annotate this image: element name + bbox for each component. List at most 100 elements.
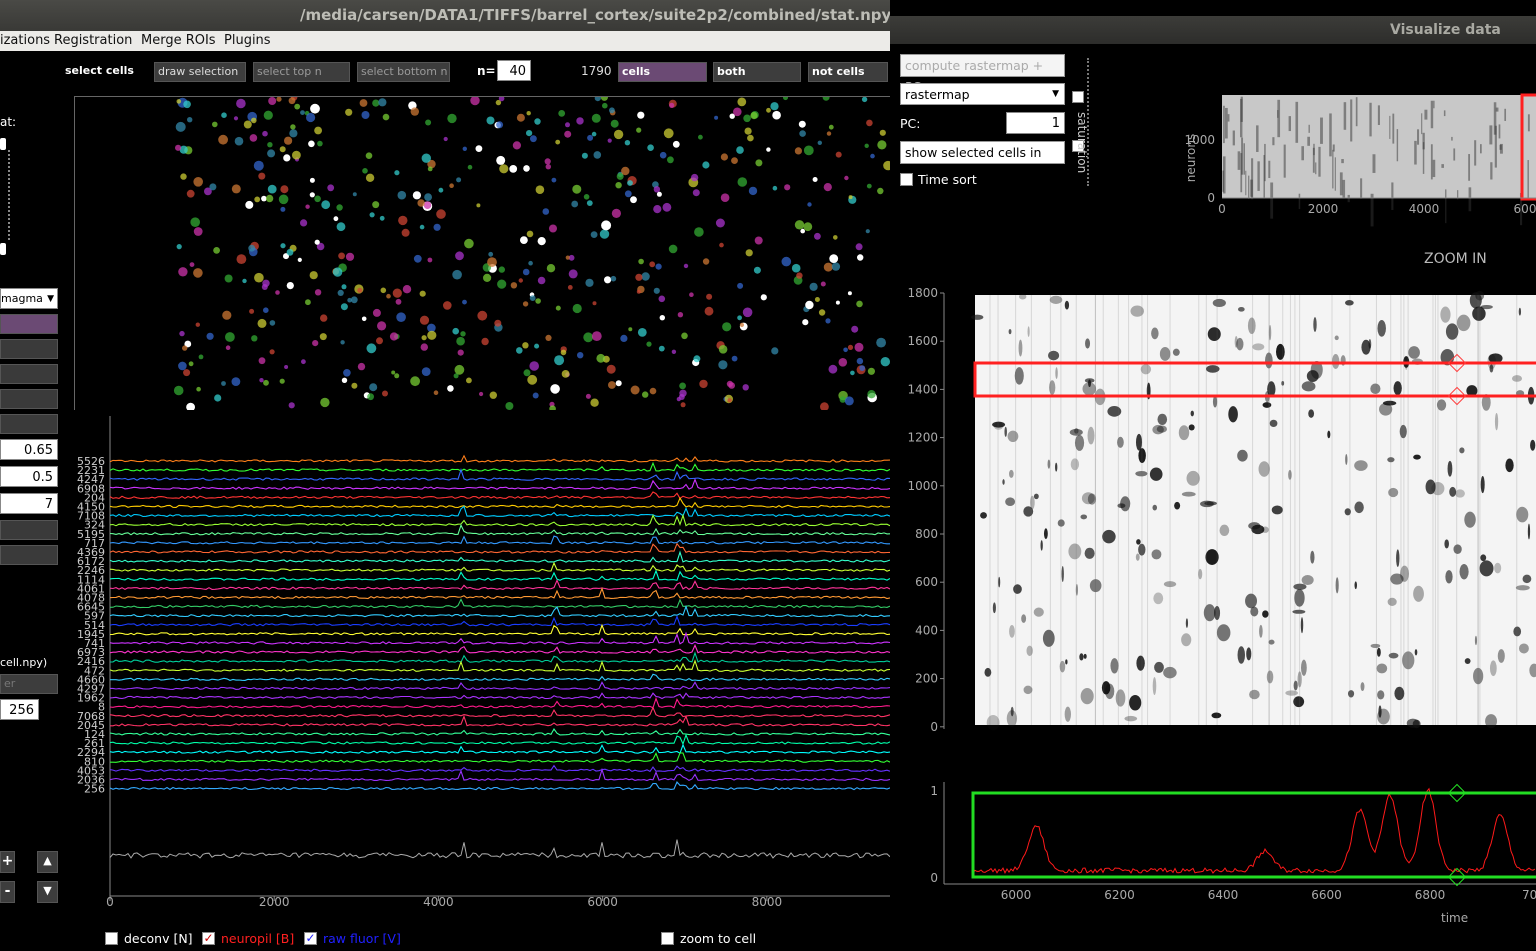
roi-mask — [843, 347, 848, 353]
cell-trace — [109, 491, 890, 500]
roi-mask — [526, 230, 534, 238]
zoom-y-tick-label: 800 — [915, 527, 938, 541]
raster-blob — [1301, 574, 1314, 586]
slider-handle-top[interactable] — [0, 138, 6, 150]
raster-stripe — [1301, 146, 1304, 161]
not-cells-view-button[interactable]: not cells — [808, 62, 888, 82]
zoom-to-cell-checkbox[interactable] — [661, 932, 674, 945]
roi-mask — [286, 282, 294, 290]
raw-fluor-checkbox[interactable]: ✓ — [304, 932, 317, 945]
slider-handle-bottom[interactable] — [0, 243, 6, 255]
roi-mask — [367, 393, 374, 401]
raster-stripe — [1375, 295, 1377, 725]
roi-mask — [844, 396, 854, 406]
raster-blob — [1212, 298, 1226, 308]
roi-mask — [587, 134, 594, 141]
roi-mask — [395, 298, 402, 305]
left-button-3[interactable] — [0, 364, 58, 384]
roi-mask — [489, 391, 497, 399]
raster-blob — [1033, 607, 1044, 617]
raster-blob — [1151, 549, 1162, 560]
raster-stripe — [1468, 154, 1471, 181]
menu-visualizations[interactable]: izations — [0, 33, 50, 48]
left-button-2[interactable] — [0, 339, 58, 359]
roi-mask — [742, 307, 753, 318]
both-view-button[interactable]: both — [713, 62, 801, 82]
raster-blob — [1262, 610, 1269, 618]
roi-mask-view[interactable] — [74, 96, 890, 410]
raster-blob — [1019, 293, 1027, 300]
raster-blob — [1115, 689, 1126, 707]
roi-mask — [509, 165, 518, 173]
main-window-title: /media/carsen/DATA1/TIFFS/barrel_cortex/… — [300, 6, 890, 24]
raster-blob — [1065, 659, 1068, 665]
colormap-select[interactable]: magma ▼ — [0, 288, 58, 309]
roi-mask — [649, 261, 656, 268]
raster-stripe — [1527, 160, 1529, 198]
roi-mask — [659, 315, 665, 321]
cell-trace — [109, 604, 890, 618]
roi-mask — [855, 243, 863, 251]
raster-blob — [1237, 646, 1246, 664]
raster-blob — [1453, 544, 1462, 554]
raster-stripe — [1495, 107, 1499, 112]
raster-stripe — [1377, 105, 1380, 125]
left-button-4[interactable] — [0, 389, 58, 409]
time-window-box[interactable] — [971, 791, 1536, 879]
raster-blob — [1247, 317, 1256, 334]
roi-mask — [510, 282, 518, 289]
roi-mask — [186, 402, 195, 410]
raster-blob — [1480, 554, 1487, 562]
roi-mask — [770, 102, 779, 111]
roi-mask — [254, 196, 261, 203]
raster-blob — [1518, 307, 1522, 316]
select-bottom-n-button[interactable]: select bottom n — [357, 62, 450, 82]
raster-blob — [1489, 364, 1494, 373]
raster-blob — [1345, 300, 1354, 306]
roi-mask — [314, 195, 321, 203]
menu-registration[interactable]: Registration — [54, 33, 132, 48]
roi-mask — [883, 160, 890, 171]
select-top-n-button[interactable]: select top n — [253, 62, 350, 82]
roi-mask — [794, 220, 805, 230]
roi-mask — [301, 359, 306, 365]
raster-stripe — [1318, 146, 1321, 177]
cells-view-button[interactable]: cells — [618, 62, 707, 82]
raster-stripe — [1342, 179, 1346, 198]
roi-mask — [630, 385, 640, 395]
raster-blob — [1269, 419, 1278, 428]
raster-blob — [1456, 314, 1471, 332]
overview-x-tick: 2000 — [1308, 202, 1339, 216]
traces-canvas[interactable]: 5526223142476908204415071083245195717436… — [0, 416, 890, 916]
roi-mask — [475, 145, 483, 152]
visualize-plots-canvas[interactable]: 100000 2000 4000 60018001600140012001000800… — [890, 32, 1536, 951]
roi-mask — [314, 126, 322, 135]
raster-stripe — [1169, 295, 1171, 725]
left-button-1[interactable] — [0, 314, 58, 334]
neuropil-checkbox[interactable]: ✓ — [202, 932, 215, 945]
roi-mask — [312, 340, 319, 347]
roi-mask-canvas[interactable] — [75, 97, 890, 410]
roi-mask — [195, 322, 200, 327]
menu-plugins[interactable]: Plugins — [224, 33, 271, 48]
roi-mask — [251, 117, 257, 124]
raster-stripe — [1477, 295, 1479, 725]
roi-mask — [214, 394, 222, 402]
raster-blob — [1390, 573, 1404, 585]
roi-mask — [722, 322, 732, 332]
roi-mask — [731, 157, 738, 164]
raster-blob — [1527, 523, 1531, 540]
cell-trace — [109, 767, 890, 782]
fluorescence-traces-plot[interactable]: 5526 2231 4247 6908 204 4150 7108 324 5195 717 436… — [0, 416, 890, 936]
roi-mask — [658, 295, 666, 303]
deconv-checkbox[interactable] — [105, 932, 118, 945]
raster-blob — [1249, 689, 1260, 700]
menu-merge-rois[interactable]: Merge ROIs — [141, 33, 216, 48]
slider-track[interactable] — [8, 150, 10, 240]
raster-stripe — [1430, 100, 1434, 129]
draw-selection-button[interactable]: draw selection — [154, 62, 246, 82]
roi-mask — [259, 378, 264, 383]
n-input[interactable]: 40 — [497, 60, 531, 81]
raster-stripe — [1332, 149, 1334, 189]
cell-trace — [109, 561, 890, 572]
